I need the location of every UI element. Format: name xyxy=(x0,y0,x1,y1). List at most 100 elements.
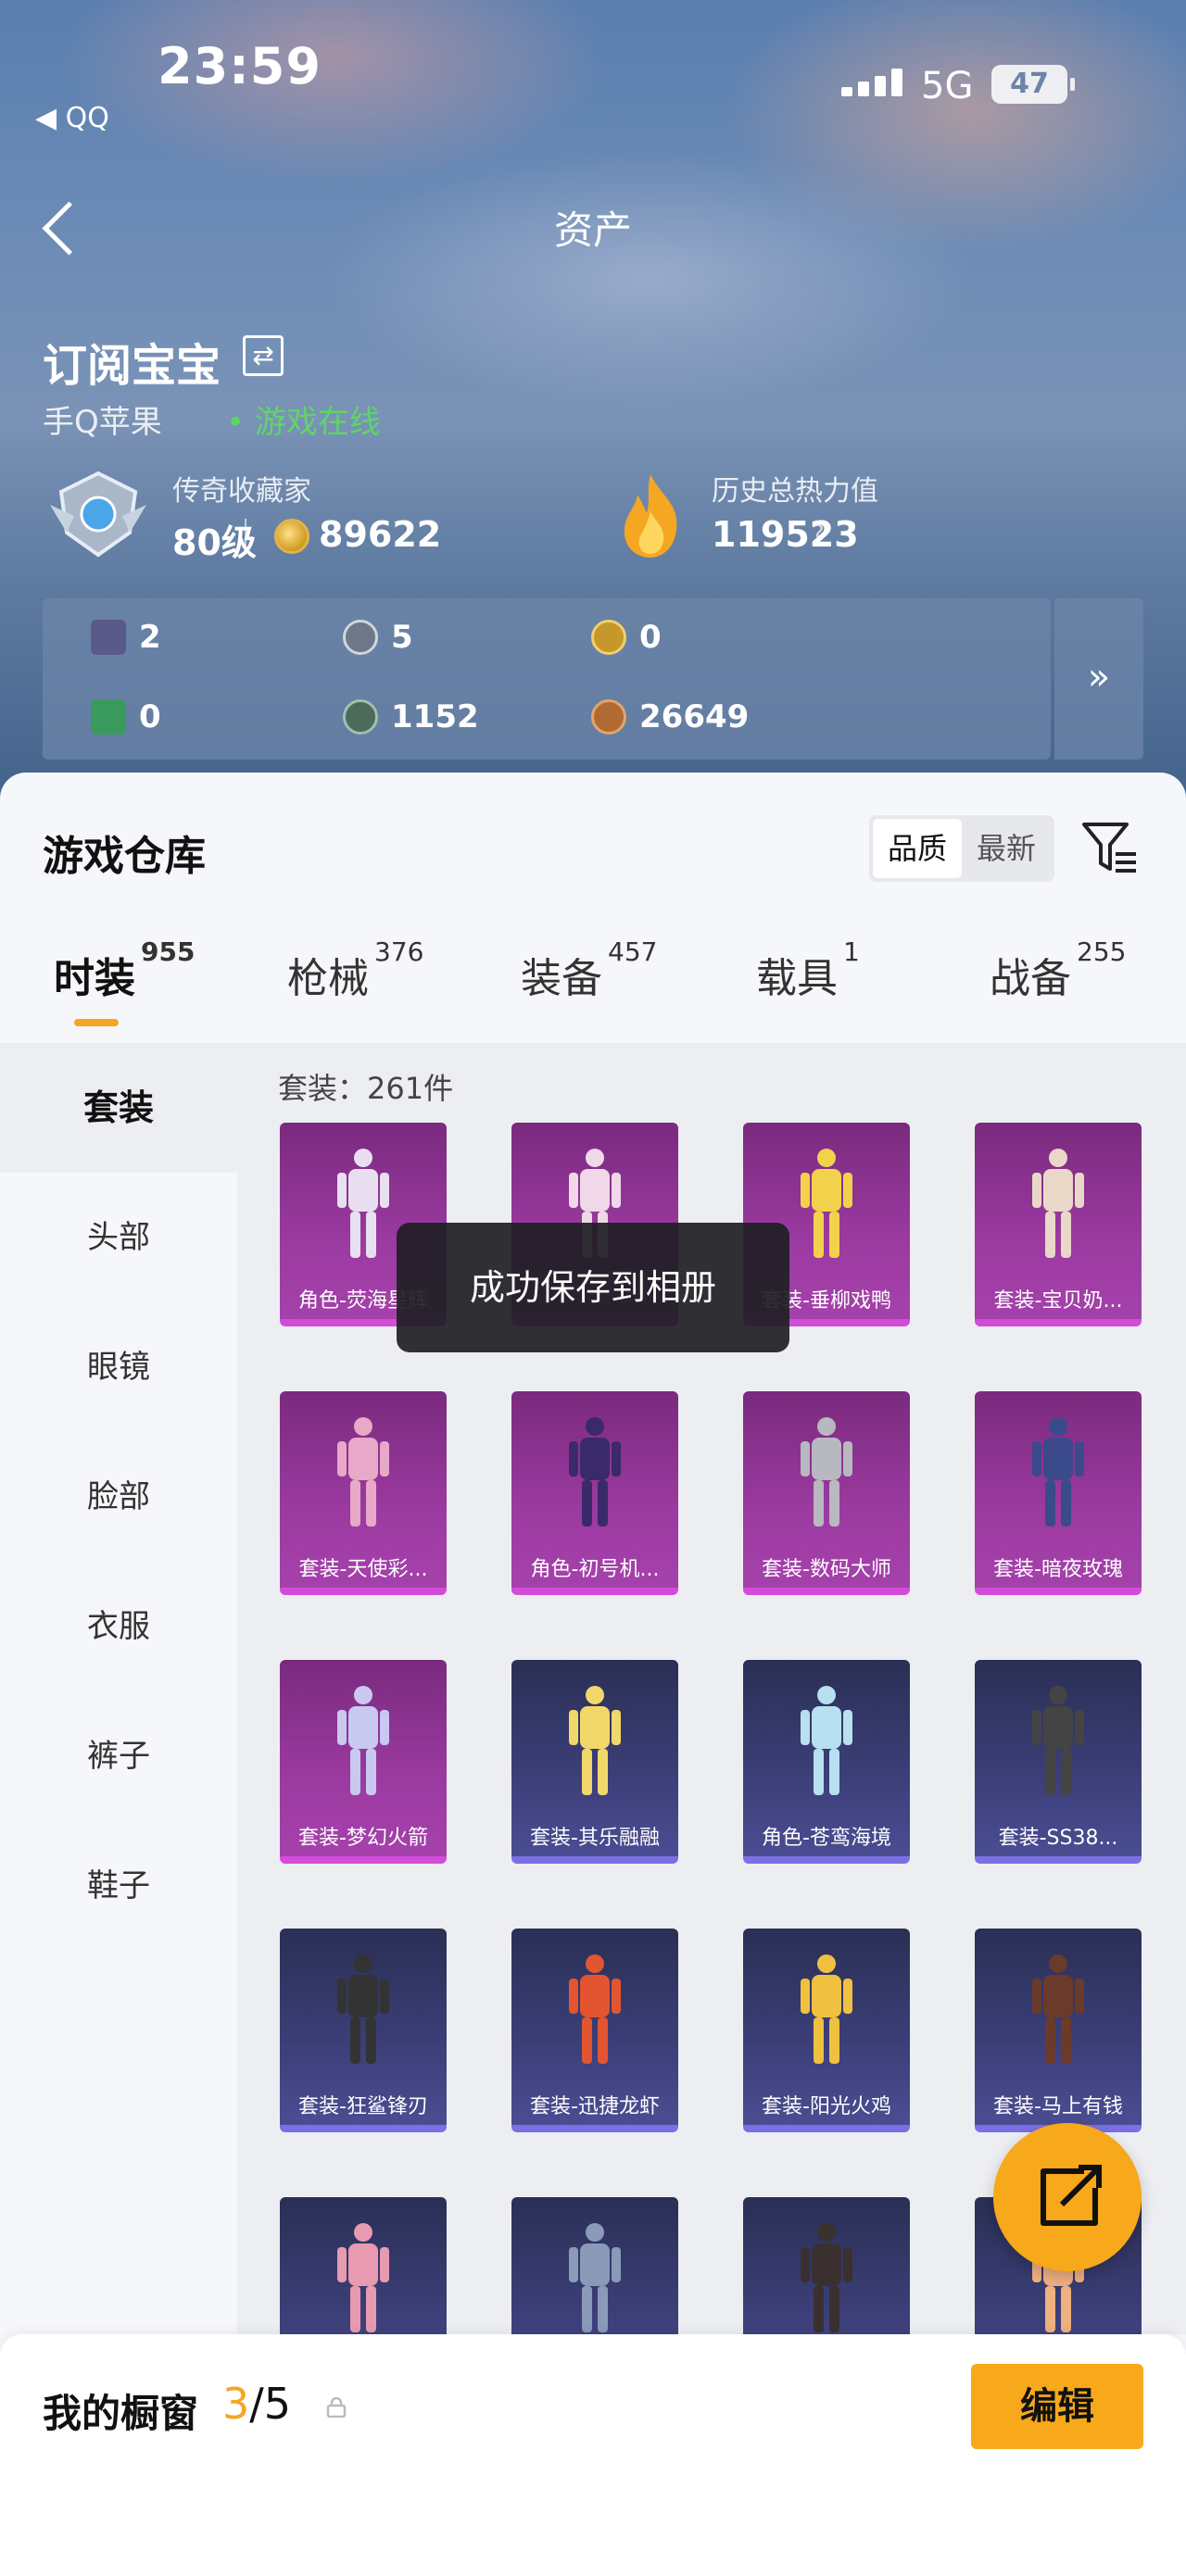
item-card[interactable]: 套装-数码大师 xyxy=(743,1391,910,1595)
showcase-count: 3/5 xyxy=(222,2379,291,2429)
currency-item: 1152 xyxy=(343,698,479,735)
rank-emblem-icon xyxy=(50,471,146,558)
green-card-icon xyxy=(91,699,126,735)
share-button[interactable] xyxy=(993,2123,1142,2271)
user-name: 订阅宝宝 xyxy=(43,340,221,392)
item-card[interactable]: 套装-狂鲨锋刃 xyxy=(280,1929,447,2132)
heat-value: 119523 xyxy=(712,514,859,555)
currency-item: 2 xyxy=(91,619,161,656)
currency-item: 5 xyxy=(343,619,413,656)
bronze-ball-icon xyxy=(343,699,378,735)
warehouse-title: 游戏仓库 xyxy=(43,833,206,880)
outfit-figure-icon xyxy=(1032,1954,1084,2064)
item-card[interactable]: 套装-梦幻火箭 xyxy=(280,1660,447,1864)
side-item-shoes[interactable]: 鞋子 xyxy=(0,1821,237,1951)
active-tab-indicator xyxy=(74,1019,119,1026)
heat-label: 历史总热力值 xyxy=(712,475,878,508)
item-name: 角色-苍鸾海境 xyxy=(762,1827,891,1850)
outfit-figure-icon xyxy=(337,2223,389,2332)
tab-supplies[interactable]: 战备255 xyxy=(990,936,1126,1004)
item-name: 套装-梦幻火箭 xyxy=(298,1827,428,1850)
fire-icon xyxy=(624,474,677,558)
side-item-face[interactable]: 脸部 xyxy=(0,1432,237,1562)
outfit-figure-icon xyxy=(569,1954,621,2064)
currency-item: 0 xyxy=(91,698,161,735)
outfit-figure-icon xyxy=(801,1686,852,1795)
item-name: 角色-初号机... xyxy=(530,1558,660,1581)
item-card[interactable]: 角色-初号机... xyxy=(511,1391,678,1595)
currency-value: 0 xyxy=(639,619,662,656)
tab-equipment[interactable]: 装备457 xyxy=(521,936,657,1004)
showcase-total: /5 xyxy=(249,2379,292,2429)
edit-button[interactable]: 编辑 xyxy=(971,2364,1143,2449)
item-count-label: 套装：261件 xyxy=(278,1071,454,1106)
side-category-list: 套装 头部 眼镜 脸部 衣服 裤子 鞋子 xyxy=(0,1043,237,2334)
tab-label: 载具 xyxy=(756,955,838,1002)
outfit-figure-icon xyxy=(1032,1686,1084,1795)
gold-coin-icon xyxy=(591,620,626,655)
outfit-figure-icon xyxy=(337,1686,389,1795)
item-name: 套装-数码大师 xyxy=(762,1558,891,1581)
showcase-current: 3 xyxy=(222,2379,250,2429)
sort-quality-button[interactable]: 品质 xyxy=(873,819,962,878)
item-name: 套装-马上有钱 xyxy=(993,2095,1123,2118)
signal-icon xyxy=(841,69,902,96)
collection-points: 89622 xyxy=(319,514,442,555)
side-item-clothes[interactable]: 衣服 xyxy=(0,1562,237,1691)
sort-toggle: 品质 最新 xyxy=(869,815,1054,882)
outfit-figure-icon xyxy=(1032,1417,1084,1527)
side-item-head[interactable]: 头部 xyxy=(0,1173,237,1302)
currency-more-button[interactable]: » xyxy=(1054,598,1143,760)
item-card[interactable]: 套装-暗夜玫瑰 xyxy=(975,1391,1142,1595)
item-card[interactable]: 套装-其乐融融 xyxy=(511,1660,678,1864)
status-time: 23:59 xyxy=(158,37,322,95)
help-icon[interactable]: ? xyxy=(812,521,825,548)
filter-icon[interactable] xyxy=(1079,817,1140,878)
tab-label: 战备 xyxy=(990,955,1071,1002)
sort-latest-button[interactable]: 最新 xyxy=(962,819,1051,878)
tab-label: 时装 xyxy=(54,955,135,1002)
item-card[interactable]: 套装-天使彩... xyxy=(280,1391,447,1595)
outfit-figure-icon xyxy=(337,1149,389,1258)
item-card[interactable]: 套装-SS38... xyxy=(975,1660,1142,1864)
item-name: 套装-狂鲨锋刃 xyxy=(298,2095,428,2118)
category-tabs: 时装955 枪械376 装备457 载具1 战备255 xyxy=(0,936,1186,1037)
side-item-suits[interactable]: 套装 xyxy=(0,1043,237,1173)
currency-value: 0 xyxy=(139,698,161,735)
currency-value: 1152 xyxy=(391,698,479,735)
outfit-figure-icon xyxy=(337,1417,389,1527)
item-name: 套装-宝贝奶... xyxy=(993,1289,1123,1313)
platform-label: 手Q苹果 xyxy=(43,404,162,441)
outfit-figure-icon xyxy=(569,2223,621,2332)
tab-count: 457 xyxy=(608,936,658,968)
side-item-glasses[interactable]: 眼镜 xyxy=(0,1302,237,1432)
tab-count: 955 xyxy=(141,936,196,968)
lock-icon xyxy=(326,2397,347,2418)
outfit-figure-icon xyxy=(801,1954,852,2064)
tab-count: 1 xyxy=(843,936,860,968)
item-card[interactable]: 套装-马上有钱 xyxy=(975,1929,1142,2132)
outfit-figure-icon xyxy=(569,1417,621,1527)
page-title: 资产 xyxy=(553,207,632,253)
tab-vehicles[interactable]: 载具1 xyxy=(756,936,860,1004)
currency-value: 5 xyxy=(391,619,413,656)
rank-title: 传奇收藏家 xyxy=(172,475,311,508)
showcase-title: 我的橱窗 xyxy=(43,2391,199,2436)
online-status: • 游戏在线 xyxy=(226,404,381,441)
switch-account-icon[interactable]: ⇄ xyxy=(243,335,284,376)
tab-fashion[interactable]: 时装955 xyxy=(54,936,195,1004)
tab-firearms[interactable]: 枪械376 xyxy=(287,936,423,1004)
back-to-app-link[interactable]: ◀ QQ xyxy=(35,102,109,134)
item-card[interactable]: 角色-苍鸾海境 xyxy=(743,1660,910,1864)
item-name: 套装-其乐融融 xyxy=(530,1827,660,1850)
network-type: 5G xyxy=(921,65,974,107)
item-card[interactable]: 套装-阳光火鸡 xyxy=(743,1929,910,2132)
item-card[interactable]: 套装-迅捷龙虾 xyxy=(511,1929,678,2132)
item-name: 套装-迅捷龙虾 xyxy=(530,2095,660,2118)
currency-value: 2 xyxy=(139,619,161,656)
item-card[interactable]: 套装-宝贝奶... xyxy=(975,1123,1142,1326)
tab-label: 装备 xyxy=(521,955,602,1002)
card-icon xyxy=(91,620,126,655)
side-item-pants[interactable]: 裤子 xyxy=(0,1691,237,1821)
toast-message: 成功保存到相册 xyxy=(397,1223,789,1352)
